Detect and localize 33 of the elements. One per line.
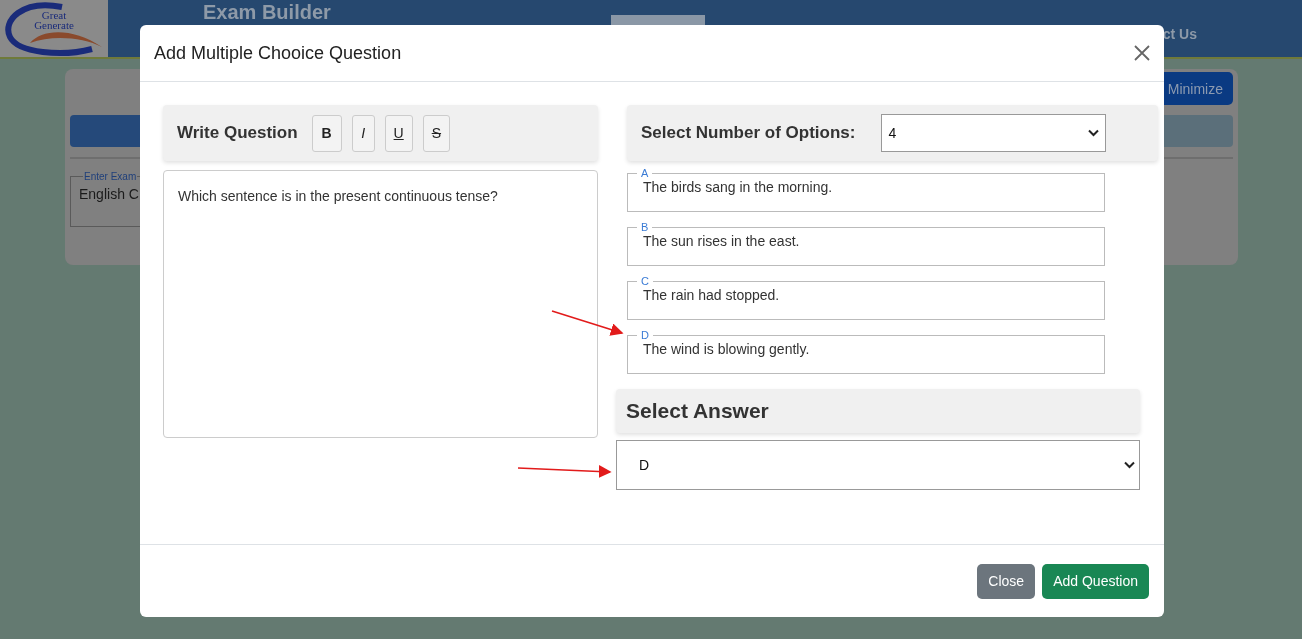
- option-field[interactable]: B The sun rises in the east.: [627, 221, 1105, 266]
- logo-drawing: Great Generate: [0, 0, 108, 57]
- chevron-down-icon: [1088, 129, 1100, 137]
- question-input[interactable]: Which sentence is in the present continuous tense?: [163, 170, 598, 438]
- option-text: The birds sang in the morning.: [643, 179, 833, 195]
- close-button[interactable]: Close: [977, 563, 1036, 599]
- option-letter: A: [640, 167, 650, 179]
- option-field[interactable]: A The birds sang in the morning.: [627, 167, 1105, 212]
- format-button[interactable]: S: [422, 114, 451, 152]
- question-text: Which sentence is in the present continuous tense?: [178, 188, 498, 204]
- option-field[interactable]: D The wind is blowing gently.: [627, 329, 1105, 374]
- app-title: Exam Builder: [203, 1, 331, 24]
- field-legend: Enter Exam: [83, 171, 138, 182]
- section-heading: Select Answer: [626, 399, 769, 423]
- option-letter: C: [640, 275, 650, 287]
- option-text: The rain had stopped.: [643, 287, 780, 303]
- format-button[interactable]: U: [384, 114, 413, 152]
- section-heading: Select Number of Options:: [641, 123, 856, 143]
- option-letter: B: [640, 221, 650, 233]
- option-text: The sun rises in the east.: [643, 233, 800, 249]
- add-question-button[interactable]: Add Question: [1042, 563, 1149, 599]
- option-field[interactable]: C The rain had stopped.: [627, 275, 1105, 320]
- modal-title: Add Multiple Chooice Question: [154, 42, 402, 64]
- field-value: English C: [79, 186, 139, 202]
- format-button[interactable]: B: [311, 114, 342, 152]
- option-count-select[interactable]: 4: [881, 114, 1107, 152]
- format-button[interactable]: I: [351, 114, 375, 152]
- section-heading: Write Question: [177, 123, 298, 143]
- answer-select[interactable]: D: [616, 440, 1140, 490]
- chevron-down-icon: [1124, 461, 1135, 469]
- close-icon[interactable]: [1134, 45, 1150, 61]
- option-text: The wind is blowing gently.: [643, 341, 810, 357]
- option-letter: D: [640, 329, 650, 341]
